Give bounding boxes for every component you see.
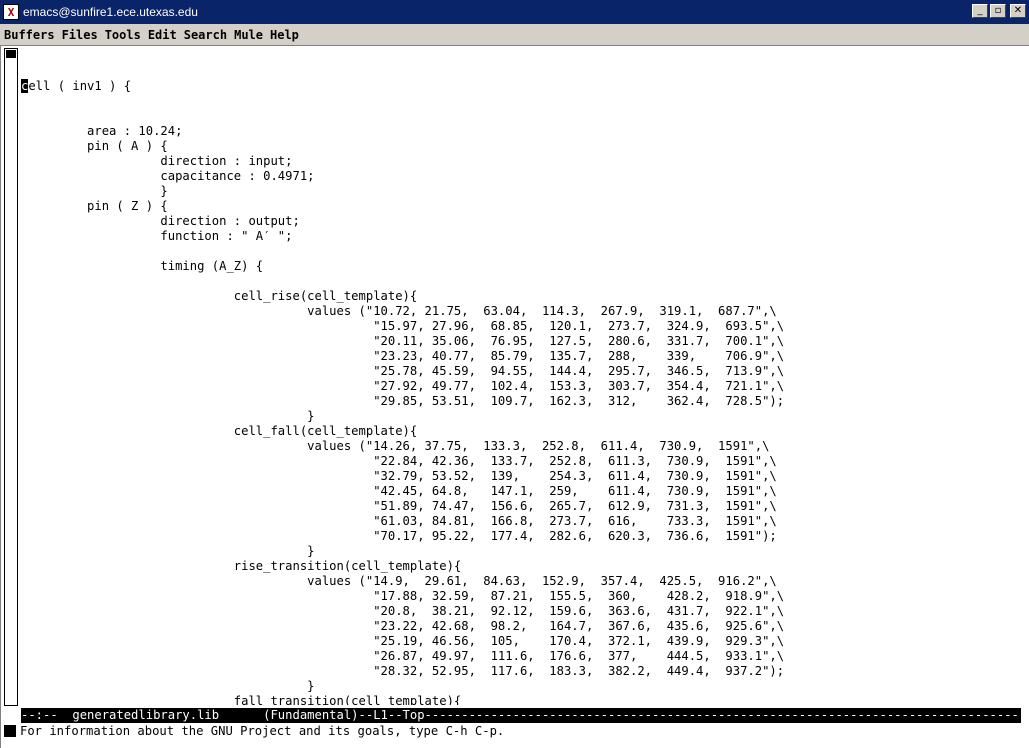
buffer-text-area[interactable]: cell ( inv1 ) { area : 10.24; pin ( A ) … (21, 49, 1025, 705)
buffer-line: area : 10.24; (21, 124, 183, 138)
buffer-line: values ("14.9, 29.61, 84.63, 152.9, 357.… (21, 574, 777, 588)
buffer-line: } (21, 679, 315, 693)
buffer-line: values ("10.72, 21.75, 63.04, 114.3, 267… (21, 304, 777, 318)
menu-search[interactable]: Search (184, 28, 227, 42)
menu-mule[interactable]: Mule (234, 28, 263, 42)
menu-buffers[interactable]: Buffers (4, 28, 55, 42)
buffer-line (21, 274, 1025, 289)
buffer-line: direction : input; (21, 154, 293, 168)
buffer-line: timing (A_Z) { (21, 259, 264, 273)
x-window-icon: X (3, 4, 19, 20)
buffer-line: "42.45, 64.8, 147.1, 259, 611.4, 730.9, … (21, 484, 777, 498)
buffer-line: rise_transition(cell_template){ (21, 559, 462, 573)
buffer-line: "29.85, 53.51, 109.7, 162.3, 312, 362.4,… (21, 394, 785, 408)
buffer-line: "28.32, 52.95, 117.6, 183.3, 382.2, 449.… (21, 664, 785, 678)
buffer-line: "26.87, 49.97, 111.6, 176.6, 377, 444.5,… (21, 649, 785, 663)
buffer-line: fall_transition(cell_template){ (21, 694, 462, 705)
menu-tools[interactable]: Tools (105, 28, 141, 42)
title-bar[interactable]: X emacs@sunfire1.ece.utexas.edu _ ▫ ✕ (0, 0, 1029, 24)
buffer-line: cell_rise(cell_template){ (21, 289, 418, 303)
buffer-line: function : " A′ "; (21, 229, 293, 243)
buffer-line: "15.97, 27.96, 68.85, 120.1, 273.7, 324.… (21, 319, 785, 333)
editor-frame: cell ( inv1 ) { area : 10.24; pin ( A ) … (0, 46, 1029, 748)
scrollbar-thumb[interactable] (6, 50, 16, 58)
vertical-scrollbar[interactable] (4, 48, 18, 706)
menu-edit[interactable]: Edit (148, 28, 177, 42)
menu-help[interactable]: Help (270, 28, 299, 42)
buffer-line: values ("14.26, 37.75, 133.3, 252.8, 611… (21, 439, 770, 453)
buffer-line: "32.79, 53.52, 139, 254.3, 611.4, 730.9,… (21, 469, 777, 483)
window-title: emacs@sunfire1.ece.utexas.edu (23, 5, 198, 19)
buffer-line: "20.11, 35.06, 76.95, 127.5, 280.6, 331.… (21, 334, 785, 348)
buffer-line: "25.19, 46.56, 105, 170.4, 372.1, 439.9,… (21, 634, 785, 648)
buffer-line: "20.8, 38.21, 92.12, 159.6, 363.6, 431.7… (21, 604, 785, 618)
buffer-line: "23.23, 40.77, 85.79, 135.7, 288, 339, 7… (21, 349, 785, 363)
close-button[interactable]: ✕ (1010, 4, 1026, 18)
buffer-line: "17.88, 32.59, 87.21, 155.5, 360, 428.2,… (21, 589, 785, 603)
window-controls: _ ▫ ✕ (972, 4, 1026, 18)
buffer-line: "51.89, 74.47, 156.6, 265.7, 612.9, 731.… (21, 499, 777, 513)
buffer-line: "23.22, 42.68, 98.2, 164.7, 367.6, 435.6… (21, 619, 785, 633)
buffer-line: "61.03, 84.81, 166.8, 273.7, 616, 733.3,… (21, 514, 777, 528)
buffer-line-text: ell ( inv1 ) { (28, 79, 132, 93)
menu-files[interactable]: Files (62, 28, 98, 42)
buffer-line: cell_fall(cell_template){ (21, 424, 418, 438)
buffer-line: "25.78, 45.59, 94.55, 144.4, 295.7, 346.… (21, 364, 785, 378)
buffer-line: "22.84, 42.36, 133.7, 252.8, 611.3, 730.… (21, 454, 777, 468)
menu-bar: Buffers Files Tools Edit Search Mule Hel… (0, 24, 1029, 46)
buffer-line: "70.17, 95.22, 177.4, 282.6, 620.3, 736.… (21, 529, 777, 543)
buffer-line: } (21, 544, 315, 558)
minimize-button[interactable]: _ (972, 4, 988, 18)
buffer-line: } (21, 184, 168, 198)
minibuffer-indicator (4, 725, 16, 737)
echo-area[interactable]: For information about the GNU Project an… (4, 723, 1024, 739)
echo-message: For information about the GNU Project an… (20, 724, 505, 738)
buffer-line: } (21, 409, 315, 423)
buffer-line: pin ( Z ) { (21, 199, 168, 213)
buffer-line: "27.92, 49.77, 102.4, 153.3, 303.7, 354.… (21, 379, 785, 393)
maximize-button[interactable]: ▫ (990, 4, 1006, 18)
buffer-line: capacitance : 0.4971; (21, 169, 315, 183)
buffer-line: direction : output; (21, 214, 300, 228)
buffer-line: pin ( A ) { (21, 139, 168, 153)
buffer-line: cell ( inv1 ) { (21, 79, 1025, 94)
mode-line[interactable]: --:-- generatedlibrary.lib (Fundamental)… (21, 708, 1021, 723)
buffer-line (21, 244, 1025, 259)
